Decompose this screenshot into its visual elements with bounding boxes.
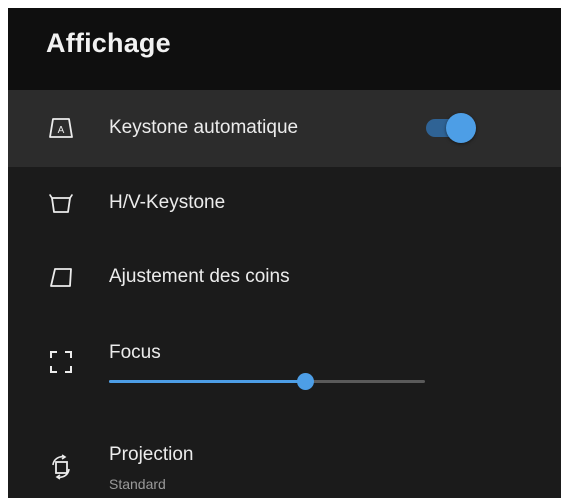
menu-item-focus[interactable]: Focus (8, 313, 561, 416)
corner-adjust-icon (50, 268, 72, 287)
menu-item-label: Focus (109, 342, 161, 363)
focus-icon (50, 351, 72, 373)
auto-keystone-toggle[interactable] (426, 110, 478, 146)
slider-fill (109, 380, 305, 383)
display-settings-panel: Affichage A Keystone automatique H/V-Key… (8, 8, 561, 498)
menu-item-label: Ajustement des coins (109, 266, 290, 287)
menu-item-label: H/V-Keystone (109, 192, 226, 213)
auto-keystone-icon-letter: A (58, 125, 65, 136)
focus-slider[interactable] (109, 372, 425, 392)
menu-item-corner-adjust[interactable]: Ajustement des coins (8, 239, 561, 313)
projection-icon (52, 454, 70, 480)
menu-item-projection[interactable]: Projection Standard (8, 416, 561, 498)
slider-thumb[interactable] (297, 373, 314, 390)
page-title: Affichage (46, 28, 171, 58)
menu-item-label: Projection (109, 444, 194, 465)
menu-item-value: Standard (109, 476, 166, 492)
auto-keystone-icon: A (49, 118, 73, 138)
menu-item-auto-keystone[interactable]: A Keystone automatique (8, 90, 561, 167)
menu-item-label: Keystone automatique (109, 117, 299, 138)
toggle-thumb (446, 113, 476, 143)
panel-header: Affichage (8, 8, 561, 90)
menu-item-hv-keystone[interactable]: H/V-Keystone (8, 167, 561, 239)
hv-keystone-icon (49, 194, 73, 213)
